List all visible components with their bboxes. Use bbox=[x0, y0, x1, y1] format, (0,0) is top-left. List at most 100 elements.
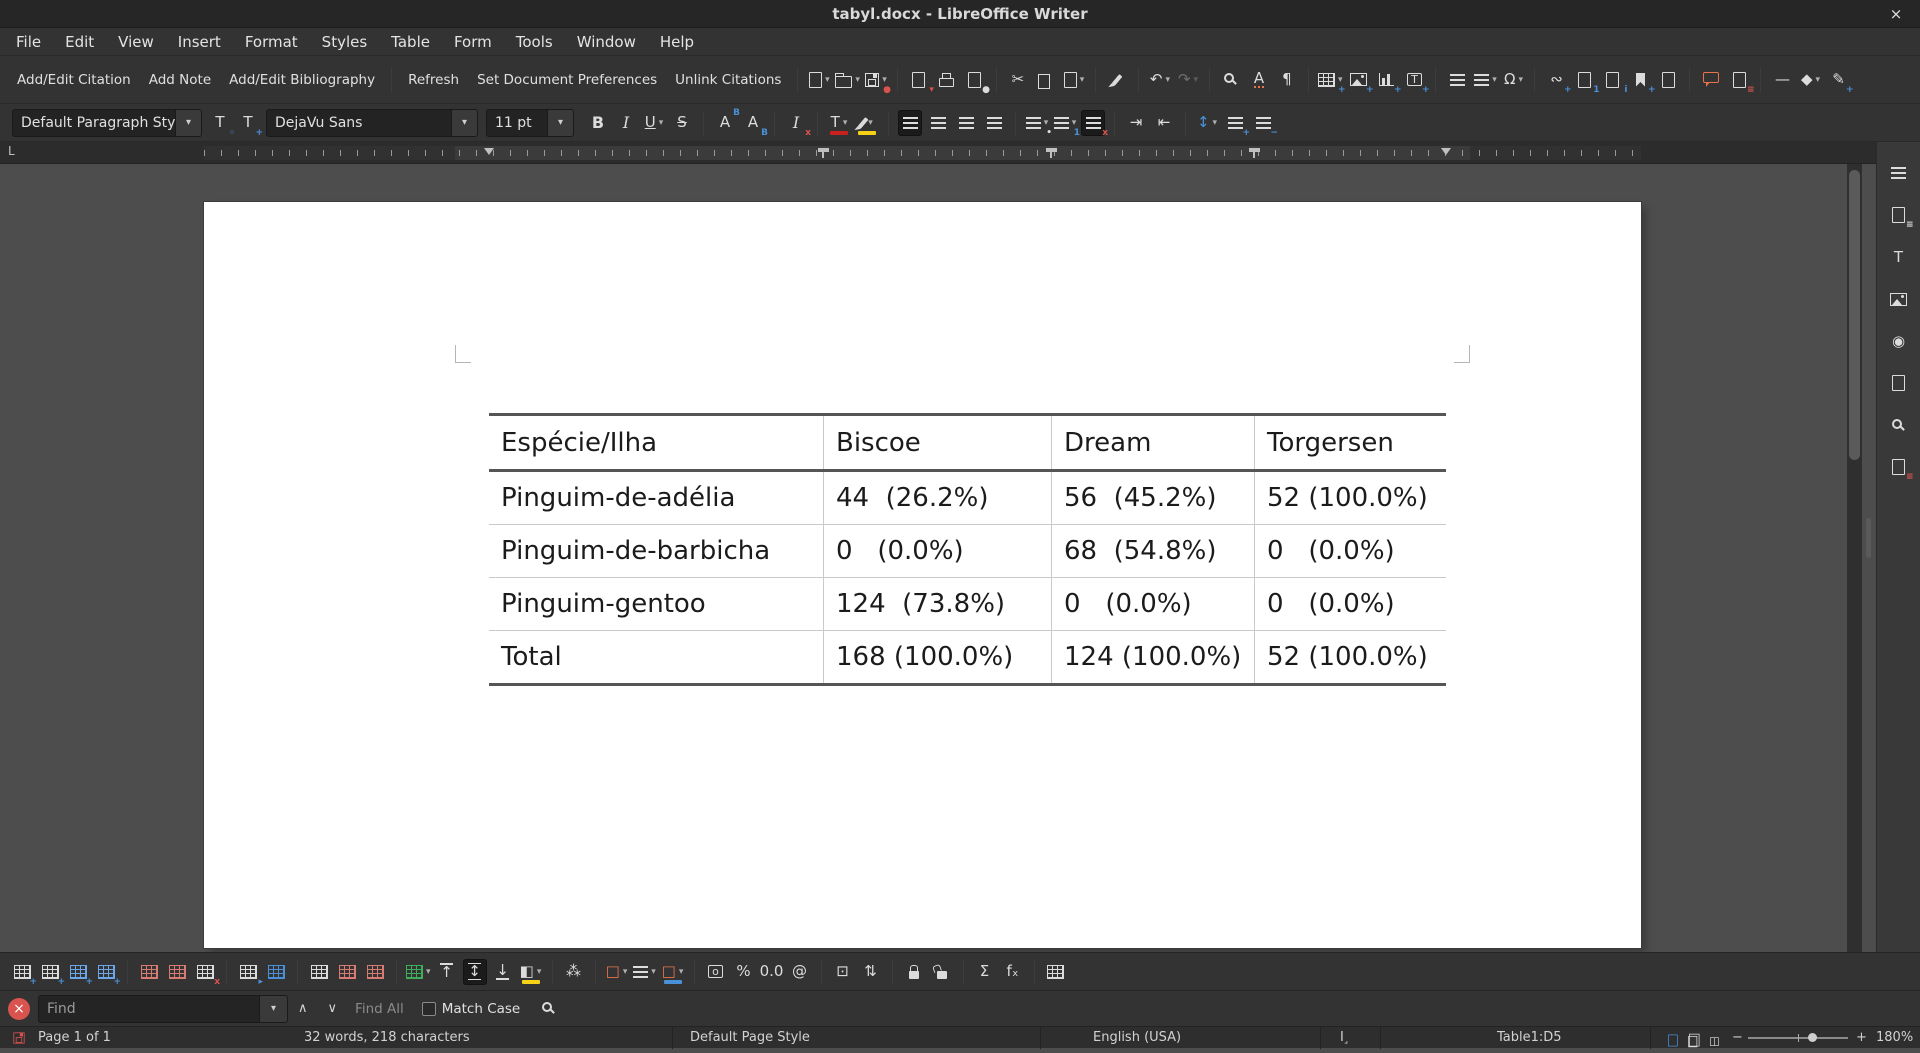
sort-icon[interactable]: ⇅ bbox=[859, 959, 883, 985]
ordered-list-icon[interactable]: 1 ▾ bbox=[1053, 110, 1080, 137]
superscript-icon[interactable]: AB bbox=[713, 108, 740, 136]
justified-icon[interactable] bbox=[982, 110, 1006, 136]
table-cell[interactable]: Pinguim-de-adélia bbox=[489, 472, 823, 524]
style-inspector-icon[interactable] bbox=[1887, 412, 1911, 438]
unlink-citations-button[interactable]: Unlink Citations bbox=[666, 66, 790, 94]
number-format-decimal-icon[interactable]: 0.0 bbox=[760, 959, 784, 985]
split-table-icon[interactable] bbox=[363, 959, 387, 985]
new-style-icon[interactable]: T + bbox=[236, 110, 263, 138]
borders-icon[interactable]: □ ▾ bbox=[605, 959, 629, 985]
insert-table-icon[interactable]: + ▾ bbox=[1317, 67, 1345, 94]
insert-hyperlink-icon[interactable]: ∾ + bbox=[1544, 67, 1571, 95]
sum-icon[interactable]: Σ bbox=[973, 959, 997, 985]
align-center-icon[interactable] bbox=[926, 110, 950, 136]
split-cells-icon[interactable] bbox=[335, 959, 359, 985]
paragraph-style-combobox[interactable]: Default Paragraph Style ▾ bbox=[12, 108, 202, 137]
table-cell[interactable]: 0 (0.0%) bbox=[823, 525, 1051, 577]
zoom-slider[interactable] bbox=[1748, 1033, 1848, 1042]
page-icon[interactable] bbox=[1887, 370, 1911, 396]
find-next-icon[interactable]: ∨ bbox=[318, 1001, 348, 1016]
merge-cells-icon[interactable] bbox=[307, 959, 331, 985]
add-note-button[interactable]: Add Note bbox=[140, 66, 220, 94]
new-document-icon[interactable]: ▾ bbox=[807, 67, 831, 93]
formatting-marks-icon[interactable]: ¶ bbox=[1275, 67, 1299, 93]
open-icon[interactable]: ▾ bbox=[835, 67, 860, 93]
insert-caption-icon[interactable]: ⊡ bbox=[831, 959, 855, 985]
menu-view[interactable]: View bbox=[106, 28, 166, 56]
page-number-status[interactable]: Page 1 of 1 bbox=[38, 1027, 111, 1049]
find-previous-icon[interactable]: ∧ bbox=[288, 1001, 318, 1016]
unprotect-cells-icon[interactable] bbox=[930, 959, 954, 985]
copy-icon[interactable] bbox=[1034, 67, 1058, 93]
autoformat-icon[interactable]: ⁂ bbox=[562, 959, 586, 985]
insert-comment-icon[interactable] bbox=[1699, 67, 1723, 93]
font-size-dropdown-icon[interactable]: ▾ bbox=[547, 109, 573, 136]
book-view-icon[interactable]: ◫ bbox=[1706, 1031, 1724, 1051]
insert-field-icon[interactable]: ▾ bbox=[1473, 67, 1497, 93]
menu-format[interactable]: Format bbox=[233, 28, 310, 56]
close-find-bar-icon[interactable]: × bbox=[8, 997, 30, 1020]
protect-cells-icon[interactable] bbox=[902, 959, 926, 985]
select-table-icon[interactable] bbox=[264, 959, 288, 985]
special-character-icon[interactable]: Ω ▾ bbox=[1501, 67, 1525, 93]
increase-paragraph-spacing-icon[interactable]: + bbox=[1223, 110, 1250, 137]
menu-window[interactable]: Window bbox=[565, 28, 648, 56]
cut-icon[interactable]: ✂ bbox=[1006, 67, 1030, 93]
paste-icon[interactable]: ▾ bbox=[1062, 67, 1086, 93]
menu-styles[interactable]: Styles bbox=[310, 28, 380, 56]
find-history-dropdown-icon[interactable]: ▾ bbox=[259, 995, 287, 1022]
center-vertically-icon[interactable]: ↕ bbox=[462, 958, 487, 985]
italic-icon[interactable]: I bbox=[614, 110, 638, 136]
table-cell[interactable]: 0 (0.0%) bbox=[1254, 578, 1446, 630]
table-cell[interactable]: Total bbox=[489, 631, 823, 683]
sidebar-grip[interactable] bbox=[1866, 518, 1871, 558]
font-name-combobox[interactable]: DejaVu Sans ▾ bbox=[266, 108, 478, 137]
background-color-icon[interactable]: ◧ ▾ bbox=[519, 959, 543, 985]
number-format-percent-icon[interactable]: % bbox=[732, 959, 756, 985]
menu-edit[interactable]: Edit bbox=[53, 28, 106, 56]
basic-shapes-icon[interactable]: ◆ ▾ bbox=[1798, 67, 1822, 93]
highlight-color-icon[interactable]: ▾ bbox=[855, 110, 879, 136]
table-cell[interactable]: Pinguim-gentoo bbox=[489, 578, 823, 630]
table-cell[interactable]: Pinguim-de-barbicha bbox=[489, 525, 823, 577]
refresh-button[interactable]: Refresh bbox=[399, 66, 468, 94]
word-count-status[interactable]: 32 words, 218 characters bbox=[304, 1027, 470, 1049]
track-changes-icon[interactable]: ≡ bbox=[1727, 67, 1754, 94]
font-color-icon[interactable]: T ▾ bbox=[827, 110, 851, 136]
table-cell[interactable]: 44 (26.2%) bbox=[823, 472, 1051, 524]
formula-icon[interactable]: fₓ bbox=[1001, 959, 1025, 985]
insert-footnote-icon[interactable]: 1 bbox=[1572, 67, 1599, 94]
insert-cross-reference-icon[interactable] bbox=[1656, 67, 1680, 93]
insert-image-icon[interactable]: + bbox=[1346, 67, 1373, 94]
align-left-icon[interactable] bbox=[898, 109, 922, 136]
add-edit-citation-button[interactable]: Add/Edit Citation bbox=[8, 66, 140, 94]
properties-icon[interactable]: ≡ bbox=[1887, 202, 1914, 230]
match-case-checkbox[interactable] bbox=[421, 1001, 436, 1016]
number-format-text-icon[interactable]: @ bbox=[788, 959, 812, 985]
zoom-slider-thumb[interactable] bbox=[1808, 1033, 1817, 1042]
find-all-icon[interactable] bbox=[536, 996, 560, 1022]
print-preview-icon[interactable]: ● bbox=[963, 67, 990, 94]
insert-column-before-icon[interactable]: + bbox=[66, 959, 93, 986]
increase-indent-icon[interactable]: ⇥ bbox=[1124, 110, 1148, 136]
single-page-view-icon[interactable] bbox=[1664, 1031, 1682, 1051]
table-styles-icon[interactable]: ▾ bbox=[406, 959, 431, 985]
table-cell[interactable]: 124 (100.0%) bbox=[1051, 631, 1254, 683]
insert-column-after-icon[interactable]: + bbox=[94, 959, 121, 986]
save-status-icon[interactable] bbox=[12, 1027, 26, 1049]
unordered-list-icon[interactable]: • ▾ bbox=[1025, 110, 1052, 137]
table-cell[interactable]: Espécie/Ilha bbox=[489, 416, 823, 469]
insert-row-below-icon[interactable]: + bbox=[38, 959, 65, 986]
undo-icon[interactable]: ↶ ▾ bbox=[1148, 67, 1172, 93]
ruler-column-marker[interactable] bbox=[1249, 148, 1260, 158]
insert-bookmark-icon[interactable]: + bbox=[1628, 67, 1655, 94]
save-icon[interactable]: ● ▾ bbox=[864, 67, 891, 94]
align-right-icon[interactable] bbox=[954, 110, 978, 136]
zoom-in-icon[interactable]: + bbox=[1856, 1027, 1867, 1049]
manage-changes-icon[interactable]: ≡ bbox=[1887, 454, 1914, 482]
table-cell[interactable]: Torgersen bbox=[1254, 416, 1446, 469]
clone-formatting-icon[interactable] bbox=[1105, 67, 1129, 93]
table-cell[interactable]: 124 (73.8%) bbox=[823, 578, 1051, 630]
font-name-dropdown-icon[interactable]: ▾ bbox=[451, 109, 477, 136]
strikethrough-icon[interactable]: S bbox=[670, 110, 694, 136]
